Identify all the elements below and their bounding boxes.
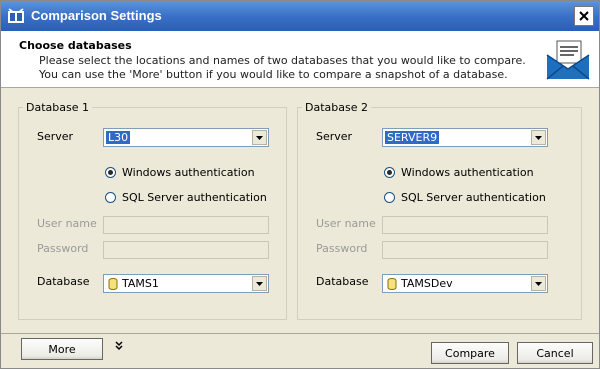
more-button[interactable]: More	[21, 338, 103, 360]
database2-legend: Database 2	[305, 101, 368, 114]
db2-server-value: SERVER9	[385, 131, 440, 144]
db1-password-label: Password	[37, 242, 89, 255]
db1-database-combo[interactable]: TAMS1	[103, 274, 269, 293]
db1-windows-auth-label: Windows authentication	[122, 166, 255, 179]
db1-sql-auth-radio[interactable]: SQL Server authentication	[105, 191, 267, 204]
db2-username-field[interactable]	[382, 216, 548, 234]
db2-windows-auth-radio[interactable]: Windows authentication	[384, 166, 534, 179]
chevron-down-icon[interactable]	[252, 276, 267, 291]
database-icon	[387, 278, 397, 290]
footer-divider	[1, 333, 599, 334]
db1-server-label: Server	[37, 130, 74, 143]
header-panel: Choose databases Please select the locat…	[1, 31, 599, 88]
header-description: Please select the locations and names of…	[39, 54, 526, 81]
db2-server-combo[interactable]: SERVER9	[382, 128, 548, 147]
db1-windows-auth-radio[interactable]: Windows authentication	[105, 166, 255, 179]
radio-unselected-icon	[384, 192, 395, 203]
db1-username-field[interactable]	[103, 216, 269, 234]
chevron-down-icon[interactable]	[252, 130, 267, 145]
db2-sql-auth-label: SQL Server authentication	[401, 191, 546, 204]
db2-password-label: Password	[316, 242, 368, 255]
envelope-icon	[546, 40, 590, 80]
header-title: Choose databases	[19, 39, 132, 52]
chevron-down-icon[interactable]	[531, 130, 546, 145]
radio-selected-icon	[105, 167, 116, 178]
close-icon	[579, 11, 589, 21]
db2-username-label: User name	[316, 217, 376, 230]
db2-database-value: TAMSDev	[401, 277, 453, 290]
db1-database-label: Database	[37, 275, 90, 288]
chevron-down-icon[interactable]	[531, 276, 546, 291]
db2-database-label: Database	[316, 275, 369, 288]
close-button[interactable]	[574, 6, 594, 26]
app-icon	[8, 8, 24, 23]
db1-server-combo[interactable]: L30	[103, 128, 269, 147]
radio-selected-icon	[384, 167, 395, 178]
db1-database-value: TAMS1	[122, 277, 159, 290]
db2-sql-auth-radio[interactable]: SQL Server authentication	[384, 191, 546, 204]
db1-username-label: User name	[37, 217, 97, 230]
db1-password-field[interactable]	[103, 241, 269, 259]
radio-unselected-icon	[105, 192, 116, 203]
comparison-settings-window: Comparison Settings Choose databases Ple…	[0, 0, 600, 369]
title-bar[interactable]: Comparison Settings	[1, 1, 599, 31]
db2-windows-auth-label: Windows authentication	[401, 166, 534, 179]
db2-database-combo[interactable]: TAMSDev	[382, 274, 548, 293]
database1-legend: Database 1	[26, 101, 89, 114]
db2-server-label: Server	[316, 130, 353, 143]
cancel-button[interactable]: Cancel	[517, 342, 593, 364]
database-icon	[108, 278, 118, 290]
db2-password-field[interactable]	[382, 241, 548, 259]
db1-server-value: L30	[106, 131, 131, 144]
window-title: Comparison Settings	[31, 8, 162, 23]
double-chevron-down-icon[interactable]	[114, 341, 124, 351]
compare-button[interactable]: Compare	[431, 342, 509, 364]
db1-sql-auth-label: SQL Server authentication	[122, 191, 267, 204]
